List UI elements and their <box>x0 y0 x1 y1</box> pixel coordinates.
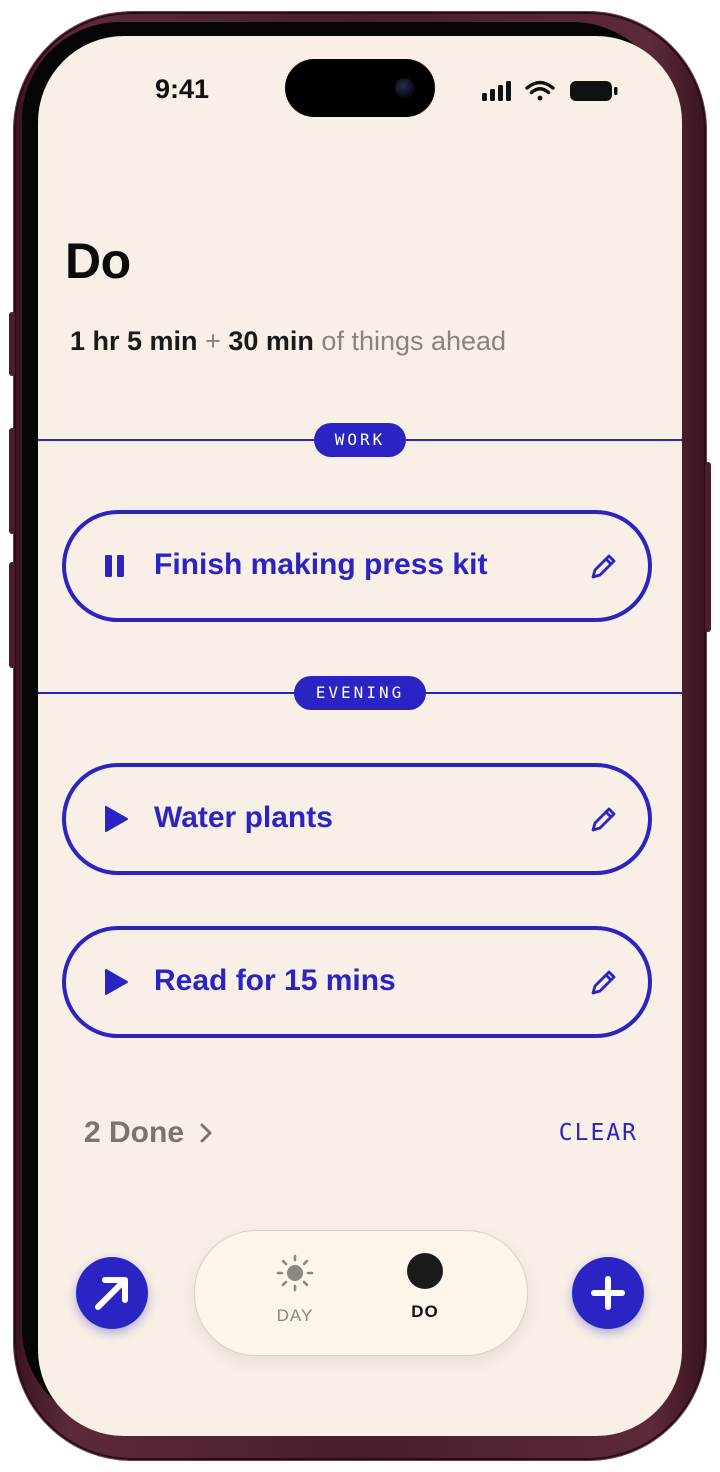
tab-label-day: DAY <box>276 1306 314 1325</box>
wifi-icon <box>525 80 555 101</box>
pause-icon[interactable] <box>98 549 132 583</box>
pencil-icon[interactable] <box>586 803 620 837</box>
action-button <box>9 312 15 376</box>
task-label: Finish making press kit <box>154 548 488 581</box>
dot-icon <box>407 1253 443 1289</box>
play-icon[interactable] <box>98 802 132 836</box>
done-link[interactable]: 2 Done <box>84 1116 214 1150</box>
status-time: 9:41 <box>154 74 210 104</box>
task-item[interactable]: Water plants <box>62 763 652 875</box>
chevron-right-icon <box>200 1123 212 1143</box>
camera-icon <box>395 78 415 98</box>
clear-button[interactable]: CLEAR <box>559 1120 638 1146</box>
section-label-evening: EVENING <box>294 676 426 710</box>
task-item[interactable]: Finish making press kit <box>62 510 652 622</box>
app-screen: 9:41 Do 1 hr 5 min + 30 min of things ah… <box>38 36 682 1436</box>
summary-secondary-duration: 30 min <box>228 326 314 356</box>
summary-suffix: of things ahead <box>321 326 507 356</box>
page-title: Do <box>65 233 131 289</box>
battery-icon <box>570 81 618 101</box>
sun-icon <box>276 1254 314 1292</box>
task-item[interactable]: Read for 15 mins <box>62 926 652 1038</box>
task-label: Water plants <box>154 801 333 834</box>
add-task-button[interactable] <box>572 1257 644 1329</box>
done-count-label: 2 Done <box>84 1116 185 1149</box>
section-label-work: WORK <box>314 423 406 457</box>
pencil-icon[interactable] <box>586 966 620 1000</box>
time-summary: 1 hr 5 min + 30 min of things ahead <box>70 326 506 357</box>
tab-bar: DAY DO <box>194 1230 528 1356</box>
summary-plus: + <box>205 326 221 356</box>
task-label: Read for 15 mins <box>154 964 396 997</box>
tab-day[interactable]: DAY <box>245 1253 345 1326</box>
summary-primary-duration: 1 hr 5 min <box>70 326 198 356</box>
pencil-icon[interactable] <box>586 550 620 584</box>
dynamic-island <box>285 59 435 117</box>
plus-icon <box>591 1276 625 1310</box>
tab-do[interactable]: DO <box>375 1253 475 1322</box>
tab-label-do: DO <box>411 1302 439 1321</box>
status-icons <box>480 78 620 104</box>
open-link-button[interactable] <box>76 1257 148 1329</box>
volume-up-button <box>9 428 15 534</box>
signal-icon <box>482 81 511 101</box>
power-button <box>705 462 711 632</box>
volume-down-button <box>9 562 15 668</box>
play-icon[interactable] <box>98 965 132 999</box>
arrow-up-right-icon <box>95 1277 128 1310</box>
